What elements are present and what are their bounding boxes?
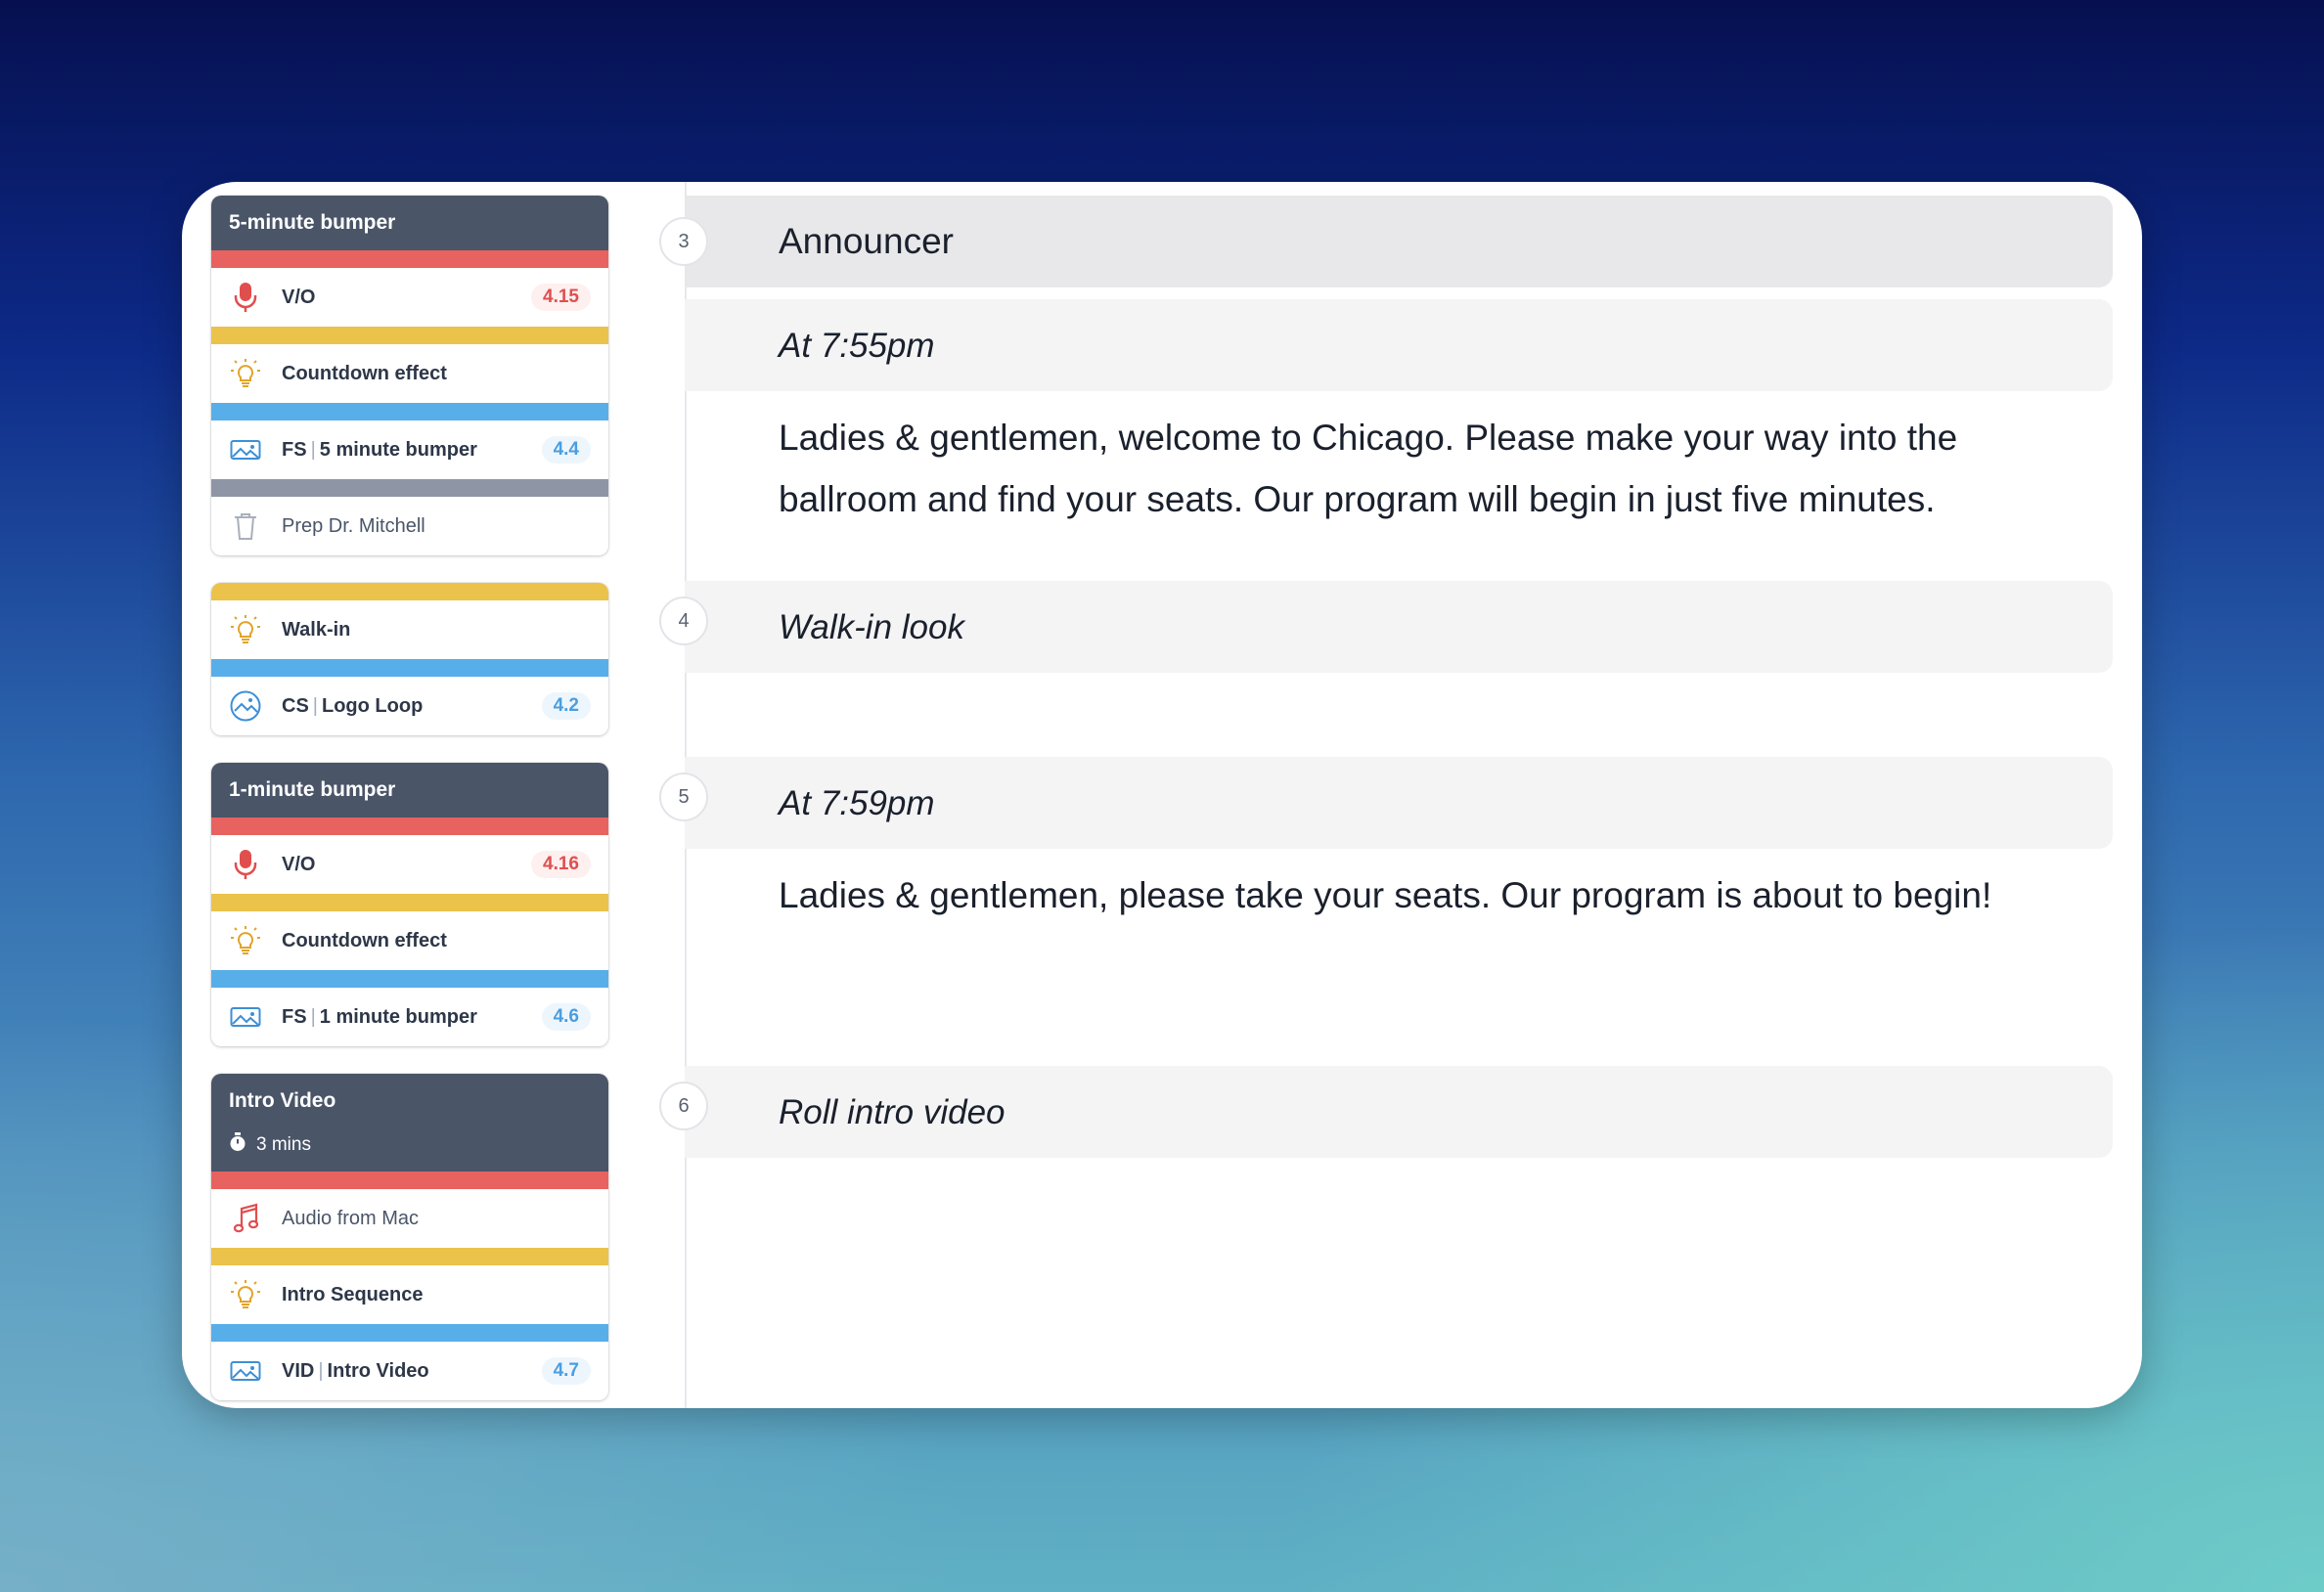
cue-item-prefix: FS bbox=[282, 1005, 307, 1028]
cue-title: 1-minute bumper bbox=[229, 778, 396, 801]
cue-header[interactable]: Intro Video 3 mins bbox=[211, 1074, 608, 1172]
cue-item-label: CS | Logo Loop bbox=[282, 694, 424, 717]
cue-item[interactable]: Countdown effect bbox=[211, 911, 608, 970]
cue-duration: 3 mins bbox=[229, 1132, 591, 1158]
cue-item[interactable]: Walk-in bbox=[211, 600, 608, 659]
cue-item-prefix: FS bbox=[282, 438, 307, 461]
color-bar-blue bbox=[211, 970, 608, 988]
microphone-icon bbox=[229, 281, 262, 314]
color-bar-yellow bbox=[211, 327, 608, 344]
color-bar-gray bbox=[211, 479, 608, 497]
cue-item-prefix: CS bbox=[282, 694, 309, 717]
color-bar-red bbox=[211, 1172, 608, 1189]
cue-item-label: VID | Intro Video bbox=[282, 1359, 429, 1382]
cue-number-badge: 4.6 bbox=[541, 1003, 591, 1031]
cue-item-label: Walk-in bbox=[282, 618, 351, 641]
cue-header[interactable]: 5-minute bumper bbox=[211, 196, 608, 250]
cue-item-label: V/O bbox=[282, 286, 316, 308]
cue-group[interactable]: Walk-in CS | Logo Loop 4.2 bbox=[211, 583, 608, 735]
cue-number-badge: 4.2 bbox=[541, 692, 591, 720]
section-number: 3 bbox=[659, 217, 708, 266]
cue-time: At 7:55pm bbox=[779, 327, 935, 365]
color-bar-red bbox=[211, 250, 608, 268]
cue-title: 5-minute bumper bbox=[229, 211, 396, 234]
section-heading: Roll intro video bbox=[779, 1093, 1006, 1131]
cue-time: At 7:59pm bbox=[779, 784, 935, 822]
cue-item-label: Countdown effect bbox=[282, 929, 447, 951]
cue-title: Intro Video bbox=[229, 1089, 336, 1112]
script-heading-block[interactable]: 3 Announcer bbox=[659, 196, 2113, 287]
section-number: 5 bbox=[659, 773, 708, 821]
cue-item-name: Intro Video bbox=[327, 1359, 429, 1382]
cue-item-label: V/O bbox=[282, 853, 316, 875]
cue-number-badge: 4.15 bbox=[531, 284, 591, 311]
cue-header[interactable]: 1-minute bumper bbox=[211, 763, 608, 818]
cue-list: 5-minute bumper V/O 4.15 Countdown effec… bbox=[211, 196, 608, 1408]
cue-number-badge: 4.4 bbox=[541, 436, 591, 464]
cue-item-label: Intro Sequence bbox=[282, 1283, 424, 1305]
cue-item-name: Logo Loop bbox=[322, 694, 424, 717]
cue-time-block[interactable]: At 7:55pm bbox=[685, 299, 2113, 391]
microphone-icon bbox=[229, 848, 262, 881]
cue-item[interactable]: Countdown effect bbox=[211, 344, 608, 403]
cue-number-badge: 4.7 bbox=[541, 1357, 591, 1385]
cue-item[interactable]: Audio from Mac bbox=[211, 1189, 608, 1248]
lightbulb-icon bbox=[229, 613, 262, 646]
script-heading-block[interactable]: 4 Walk-in look bbox=[659, 581, 2113, 673]
color-bar-yellow bbox=[211, 894, 608, 911]
cue-item-label: Countdown effect bbox=[282, 362, 447, 384]
script-text: Ladies & gentlemen, please take your sea… bbox=[779, 875, 1992, 915]
color-bar-blue bbox=[211, 1324, 608, 1342]
color-bar-blue bbox=[211, 403, 608, 420]
section-heading: Walk-in look bbox=[779, 608, 964, 646]
cue-item-name: 1 minute bumper bbox=[319, 1005, 477, 1028]
cue-number-badge: 4.16 bbox=[531, 851, 591, 878]
cue-group[interactable]: Intro Video 3 mins Audio from Mac Intro … bbox=[211, 1074, 608, 1400]
cue-item[interactable]: FS | 5 minute bumper 4.4 bbox=[211, 420, 608, 479]
cue-item-label: Audio from Mac bbox=[282, 1207, 420, 1229]
color-bar-blue bbox=[211, 659, 608, 677]
cue-item[interactable]: VID | Intro Video 4.7 bbox=[211, 1342, 608, 1400]
cue-item[interactable]: V/O 4.15 bbox=[211, 268, 608, 327]
cue-item-label: FS | 1 minute bumper bbox=[282, 1005, 477, 1028]
section-heading: Announcer bbox=[779, 221, 954, 261]
section-number: 4 bbox=[659, 597, 708, 645]
color-bar-yellow bbox=[211, 1248, 608, 1265]
app-window: 5-minute bumper V/O 4.15 Countdown effec… bbox=[182, 182, 2142, 1408]
image-icon bbox=[229, 433, 262, 466]
section-number: 6 bbox=[659, 1082, 708, 1130]
cue-duration-text: 3 mins bbox=[256, 1134, 311, 1155]
lightbulb-icon bbox=[229, 1278, 262, 1311]
loop-image-icon bbox=[229, 689, 262, 723]
image-icon bbox=[229, 1354, 262, 1388]
script-panel: 3 Announcer At 7:55pm Ladies & gentlemen… bbox=[659, 182, 2142, 1408]
script-text: Ladies & gentlemen, welcome to Chicago. … bbox=[779, 418, 1958, 519]
cue-group[interactable]: 5-minute bumper V/O 4.15 Countdown effec… bbox=[211, 196, 608, 555]
lightbulb-icon bbox=[229, 357, 262, 390]
cue-time-block[interactable]: 5 At 7:59pm bbox=[659, 757, 2113, 849]
cue-item[interactable]: FS | 1 minute bumper 4.6 bbox=[211, 988, 608, 1046]
color-bar-red bbox=[211, 818, 608, 835]
cue-item[interactable]: Prep Dr. Mitchell bbox=[211, 497, 608, 555]
music-note-icon bbox=[229, 1202, 262, 1235]
color-bar-yellow bbox=[211, 583, 608, 600]
image-icon bbox=[229, 1000, 262, 1034]
script-heading-block[interactable]: 6 Roll intro video bbox=[659, 1066, 2113, 1158]
cue-item-label: FS | 5 minute bumper bbox=[282, 438, 477, 461]
lightbulb-icon bbox=[229, 924, 262, 957]
trash-icon bbox=[229, 509, 262, 543]
cue-group[interactable]: 1-minute bumper V/O 4.16 Countdown effec… bbox=[211, 763, 608, 1046]
cue-item[interactable]: Intro Sequence bbox=[211, 1265, 608, 1324]
cue-item[interactable]: V/O 4.16 bbox=[211, 835, 608, 894]
cue-item[interactable]: CS | Logo Loop 4.2 bbox=[211, 677, 608, 735]
stopwatch-icon bbox=[229, 1132, 246, 1158]
cue-item-label: Prep Dr. Mitchell bbox=[282, 514, 425, 537]
cue-item-name: 5 minute bumper bbox=[319, 438, 477, 461]
cue-item-prefix: VID bbox=[282, 1359, 315, 1382]
